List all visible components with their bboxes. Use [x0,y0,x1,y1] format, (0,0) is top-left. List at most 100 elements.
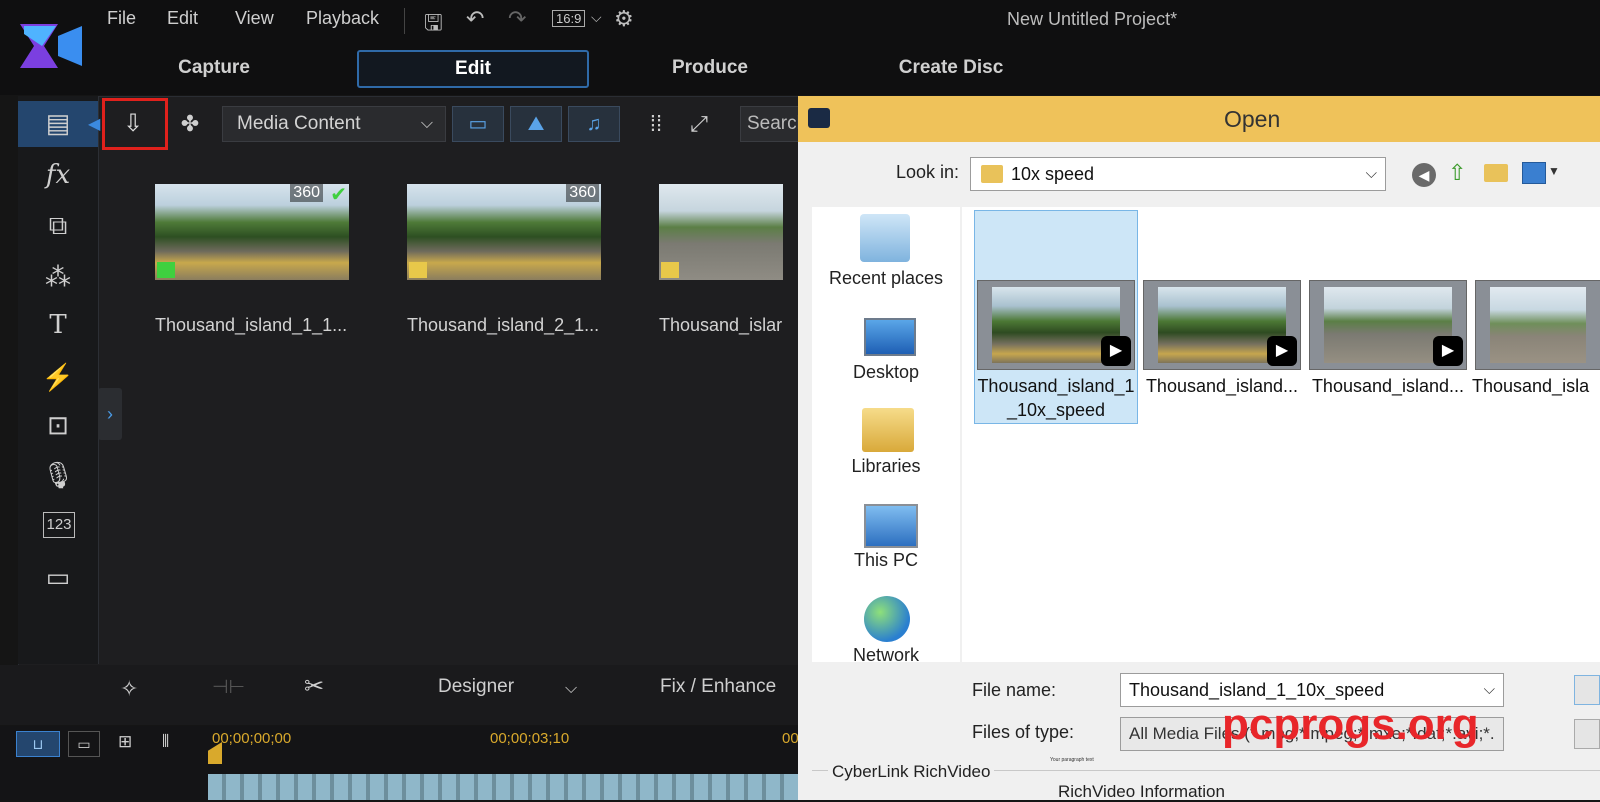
fix-enhance-button[interactable]: Fix / Enhance [660,676,776,698]
files-of-type-label: Files of type: [972,722,1075,742]
chevron-down-icon[interactable]: ▼ [1548,164,1560,178]
title-icon[interactable]: T [18,310,98,340]
menu-file[interactable]: File [107,8,136,29]
media-thumbnail[interactable] [659,184,783,280]
view-menu-icon[interactable] [1522,162,1546,184]
play-icon: ▶ [1101,336,1131,366]
file-label: Thousand_island... [1311,376,1465,396]
open-button[interactable] [1574,675,1600,705]
file-item[interactable]: ▶ [1309,280,1467,370]
chevron-down-icon[interactable]: ⌵ [591,9,602,26]
dropdown-value: Media Content [237,113,361,134]
chapter-icon[interactable]: 123 [43,512,75,538]
tab-edit[interactable]: Edit [357,50,589,88]
fx-icon[interactable]: fx [18,160,98,190]
folder-icon [981,165,1003,183]
network-icon[interactable] [864,596,910,642]
dialog-title-bar[interactable] [798,96,1600,142]
recent-places-icon[interactable] [860,214,910,262]
file-name-value: Thousand_island_1_10x_speed [1129,680,1385,700]
tab-produce[interactable]: Produce [640,50,780,86]
audio-mix-icon[interactable]: ⊡ [18,410,98,441]
libraries-icon[interactable] [862,408,914,452]
file-name-label: File name: [972,680,1057,700]
timecode-start: 00;00;00;00 [212,730,292,747]
play-icon: ▶ [1433,336,1463,366]
scissors-icon[interactable]: ✂ [304,672,324,701]
clip-type-icon [157,262,175,278]
split-icon[interactable]: ⊣⊢ [212,676,245,699]
place-recent[interactable]: Recent places [812,268,960,289]
transition-icon[interactable]: ⚡ [18,362,98,393]
import-icon: ⇩ [123,110,144,137]
menu-divider [404,8,405,34]
file-item[interactable] [1475,280,1600,370]
cancel-button[interactable] [1574,719,1600,749]
place-network[interactable]: Network [812,645,960,666]
media-thumbnail[interactable]: 360 ✔ [155,184,349,280]
undo-icon[interactable]: ↶ [466,6,484,32]
look-in-label: Look in: [896,162,960,182]
this-pc-icon[interactable] [864,504,918,548]
expand-icon[interactable]: ⤢ [683,106,715,142]
desktop-icon[interactable] [864,318,916,356]
new-folder-icon[interactable] [1484,164,1508,182]
file-label-line2: _10x_speed [1006,400,1106,420]
chevron-down-icon[interactable]: ⌵ [565,680,577,698]
richvideo-group-label: CyberLink RichVideo [828,762,995,782]
menu-edit[interactable]: Edit [167,8,198,29]
storyboard-view-button[interactable]: ▭ [68,731,100,757]
place-desktop[interactable]: Desktop [812,362,960,383]
media-room-icon[interactable]: ▤ [18,108,98,139]
magic-tool-icon[interactable]: ✧ [120,676,138,702]
plugin-icon[interactable]: ✤ [172,106,208,142]
file-label: Thousand_isla [1472,376,1590,396]
media-content-dropdown[interactable]: Media Content ⌵ [222,106,446,142]
dialog-title: Open [1224,106,1281,132]
filter-audio-button[interactable]: ♫ [568,106,620,142]
import-media-button[interactable]: ⇩ [102,98,168,150]
video-file-icon [1475,280,1600,370]
overlay-tiny-text: Your paragraph text [1050,757,1094,763]
designer-dropdown[interactable]: Designer [438,676,514,698]
save-icon[interactable]: 🖫 [424,6,443,44]
place-libraries[interactable]: Libraries [812,456,960,477]
subtitle-icon[interactable]: ▭ [18,562,98,593]
fit-timeline-icon[interactable]: ⫴ [162,732,169,752]
add-track-icon[interactable]: ⊞ [118,732,132,752]
clip-type-icon [409,262,427,278]
timeline-view-button[interactable]: ⊔ [16,731,60,757]
up-folder-icon[interactable]: ⇧ [1448,160,1466,186]
file-item[interactable]: ▶ [977,280,1135,370]
menu-playback[interactable]: Playback [306,8,379,29]
filter-image-button[interactable]: ⛰ [510,106,562,142]
look-in-dropdown[interactable]: 10x speed ⌵ [970,157,1386,191]
aspect-ratio-button[interactable]: 16:9 [552,10,586,27]
media-label: Thousand_islar [659,315,783,335]
clip-type-icon [661,262,679,278]
dialog-app-icon [808,108,830,128]
project-title: New Untitled Project* [1007,9,1178,29]
badge-360: 360 [290,184,323,202]
tab-create-disc[interactable]: Create Disc [866,50,1036,86]
redo-icon[interactable]: ↷ [508,6,526,32]
timecode-mid: 00;00;03;10 [490,730,570,747]
place-this-pc[interactable]: This PC [812,550,960,571]
particle-icon[interactable]: ⁂ [18,262,98,293]
voice-over-icon[interactable]: 🎙 [18,460,98,491]
media-thumbnail[interactable]: 360 [407,184,601,280]
timecode-end: 00 [782,730,799,747]
menu-view[interactable]: View [235,8,274,29]
media-label: Thousand_island_1_1... [155,315,348,335]
video-track-clip[interactable] [208,774,800,800]
library-search-input[interactable]: Search [740,106,803,142]
view-grid-icon[interactable]: ⁞⁞ [640,106,672,142]
tab-capture[interactable]: Capture [146,50,282,86]
back-icon[interactable]: ◀ [1412,163,1436,187]
filter-video-button[interactable]: ▭ [452,106,504,142]
pip-icon[interactable]: ⧉ [18,210,98,242]
panel-expand-button[interactable]: › [98,388,122,440]
file-item[interactable]: ▶ [1143,280,1301,370]
badge-360: 360 [566,184,599,202]
gear-icon[interactable]: ⚙ [614,6,634,32]
